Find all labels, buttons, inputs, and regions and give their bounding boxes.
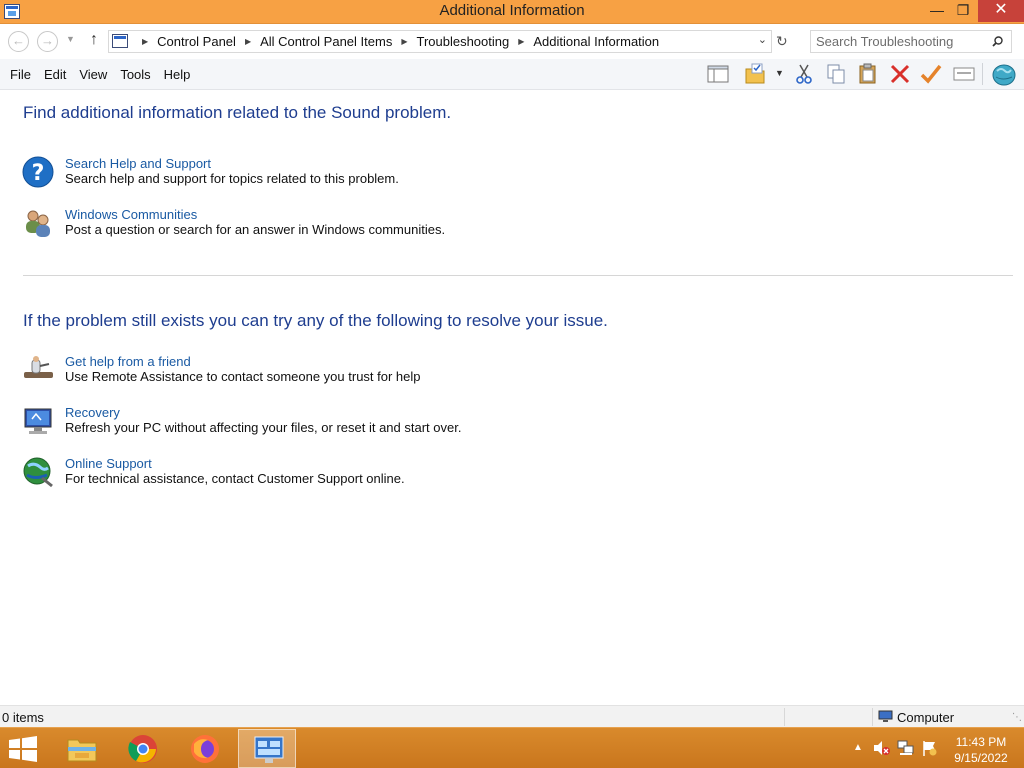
- refresh-icon[interactable]: ↻: [776, 33, 788, 50]
- close-button[interactable]: ✕: [978, 0, 1024, 22]
- search-icon[interactable]: [992, 36, 1003, 47]
- chevron-right-icon[interactable]: ▶: [401, 37, 407, 46]
- address-row: ← → ▼ ↑ ▶ Control Panel ▶ All Control Pa…: [0, 25, 1024, 59]
- forward-button[interactable]: →: [37, 31, 58, 52]
- help-question-icon[interactable]: ?: [22, 156, 55, 189]
- control-panel-icon: [112, 34, 128, 48]
- clock-time: 11:43 PM: [955, 735, 1007, 749]
- menu-help[interactable]: Help: [164, 67, 191, 82]
- cut-icon[interactable]: [793, 63, 815, 85]
- search-box[interactable]: [810, 30, 1012, 53]
- remote-assistance-icon[interactable]: [22, 354, 55, 387]
- section-heading-2: If the problem still exists you can try …: [23, 311, 608, 330]
- status-separator: [784, 708, 785, 726]
- windows-communities-link[interactable]: Windows Communities: [65, 207, 197, 222]
- resize-grip-icon[interactable]: ⋱: [1012, 712, 1022, 723]
- search-help-link[interactable]: Search Help and Support: [65, 156, 211, 171]
- chrome-icon: [128, 735, 157, 763]
- main-content: Find additional information related to t…: [0, 90, 1024, 704]
- taskbar-file-explorer[interactable]: [52, 729, 110, 768]
- recovery-description: Refresh your PC without affecting your f…: [65, 420, 462, 435]
- action-center-flag-icon[interactable]: [921, 740, 938, 756]
- windows-communities-description: Post a question or search for an answer …: [65, 222, 446, 237]
- get-help-friend-link[interactable]: Get help from a friend: [65, 354, 191, 369]
- window-title: Additional Information: [439, 2, 585, 19]
- breadcrumb-control-panel[interactable]: Control Panel: [157, 34, 236, 49]
- menu-edit[interactable]: Edit: [44, 67, 66, 82]
- title-bar: Additional Information — ❐ ✕: [0, 0, 1024, 24]
- online-support-description: For technical assistance, contact Custom…: [65, 471, 405, 486]
- checkmark-icon[interactable]: [920, 63, 942, 85]
- file-explorer-icon: [67, 739, 97, 762]
- taskbar: ▲ 11:43 PM 9/15/2022: [0, 727, 1024, 768]
- address-bar[interactable]: ▶ Control Panel ▶ All Control Panel Item…: [108, 30, 772, 53]
- menu-toolbar-row: File Edit View Tools Help ▼: [0, 59, 1024, 90]
- recovery-link[interactable]: Recovery: [65, 405, 120, 420]
- copy-icon[interactable]: [825, 63, 847, 85]
- control-panel-icon: [254, 736, 284, 763]
- chevron-down-icon[interactable]: ⌄: [758, 33, 767, 46]
- menu-tools[interactable]: Tools: [120, 67, 150, 82]
- computer-icon: [878, 710, 893, 722]
- section-divider: [23, 275, 1013, 276]
- firefox-icon: [191, 735, 219, 763]
- status-separator: [872, 708, 873, 726]
- menu-bar: File Edit View Tools Help: [0, 67, 193, 82]
- taskbar-chrome[interactable]: [114, 729, 172, 768]
- chevron-right-icon[interactable]: ▶: [518, 37, 524, 46]
- menu-view[interactable]: View: [79, 67, 107, 82]
- delete-icon[interactable]: [889, 63, 911, 85]
- status-bar: 0 items Computer ⋱: [0, 705, 1024, 727]
- chevron-right-icon[interactable]: ▶: [245, 37, 251, 46]
- status-location: Computer: [897, 710, 955, 725]
- show-hidden-icons-button[interactable]: ▲: [853, 742, 863, 753]
- menu-file[interactable]: File: [10, 67, 31, 82]
- breadcrumb: ▶ Control Panel ▶ All Control Panel Item…: [133, 34, 659, 49]
- taskbar-clock[interactable]: 11:43 PM 9/15/2022: [948, 734, 1014, 766]
- folder-options-icon[interactable]: [744, 63, 766, 85]
- toolbar-separator: [982, 63, 983, 85]
- online-support-link[interactable]: Online Support: [65, 456, 152, 471]
- recovery-icon[interactable]: [22, 405, 55, 438]
- clock-date: 9/15/2022: [954, 751, 1008, 765]
- speaker-muted-icon[interactable]: [873, 740, 890, 756]
- windows-start-icon[interactable]: [8, 736, 38, 762]
- paste-icon[interactable]: [857, 63, 879, 85]
- svg-text:?: ?: [32, 161, 45, 186]
- online-support-icon[interactable]: [22, 456, 55, 489]
- items-count: 0 items: [2, 710, 44, 725]
- chevron-right-icon[interactable]: ▶: [142, 37, 148, 46]
- back-button[interactable]: ←: [8, 31, 29, 52]
- taskbar-control-panel[interactable]: [238, 729, 296, 768]
- search-help-description: Search help and support for topics relat…: [65, 171, 399, 186]
- get-help-friend-description: Use Remote Assistance to contact someone…: [65, 369, 421, 384]
- globe-icon[interactable]: [991, 62, 1017, 86]
- section-heading-1: Find additional information related to t…: [23, 103, 452, 122]
- breadcrumb-all-control-panel-items[interactable]: All Control Panel Items: [260, 34, 392, 49]
- communities-icon[interactable]: [22, 207, 55, 240]
- recent-locations-dropdown[interactable]: ▼: [66, 34, 75, 44]
- search-input[interactable]: [811, 31, 989, 52]
- breadcrumb-additional-information[interactable]: Additional Information: [533, 34, 659, 49]
- properties-icon[interactable]: [953, 63, 975, 85]
- up-button[interactable]: ↑: [86, 31, 102, 49]
- layout-icon[interactable]: [707, 63, 729, 85]
- network-icon[interactable]: [897, 740, 914, 756]
- taskbar-firefox[interactable]: [176, 729, 234, 768]
- breadcrumb-troubleshooting[interactable]: Troubleshooting: [416, 34, 509, 49]
- maximize-button[interactable]: ❐: [948, 0, 978, 22]
